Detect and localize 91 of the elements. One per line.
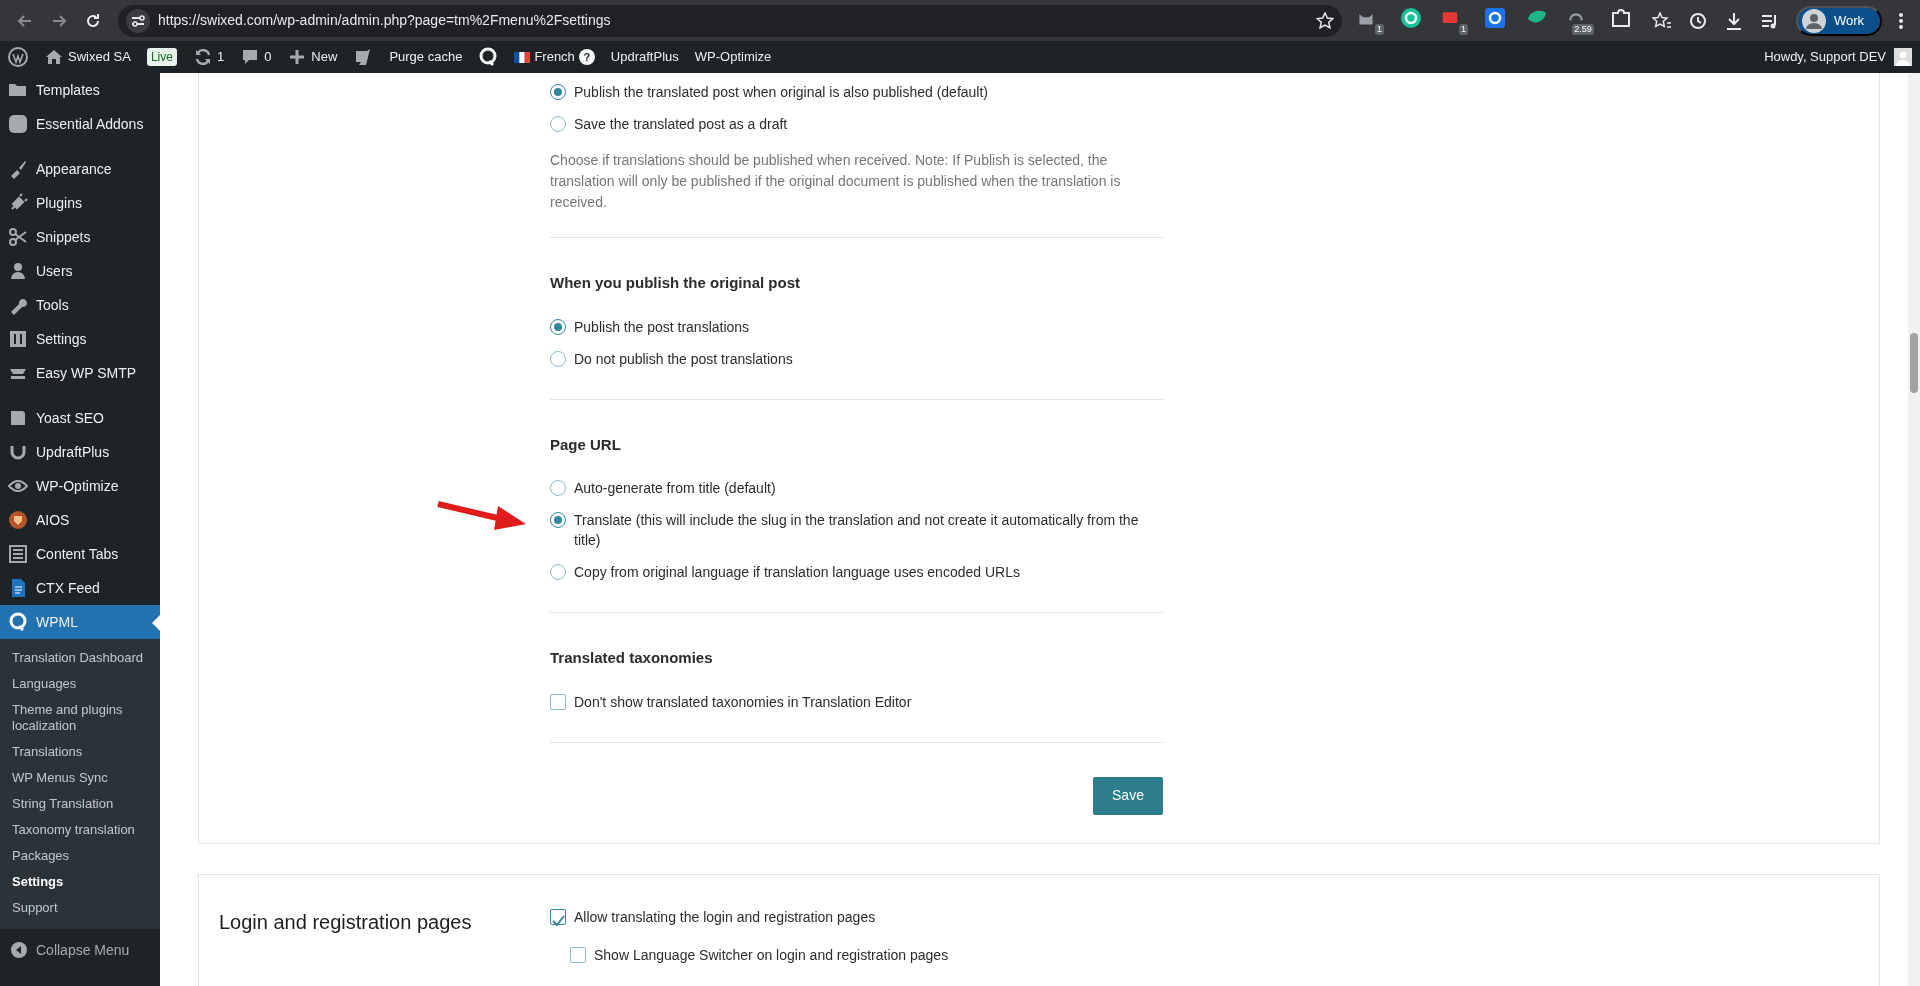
admin-bar-link[interactable]: New bbox=[287, 47, 338, 67]
submenu-item[interactable]: Support bbox=[0, 895, 160, 921]
address-bar[interactable]: https://swixed.com/wp-admin/admin.php?page=tm%2Fmenu%2Fsettings bbox=[118, 4, 1342, 37]
help-text: Choose if translations should be published when received. Note: If Publish is selected, the translation will only be published if the original document is published when the translation is received. bbox=[550, 151, 1122, 212]
sidebar-item[interactable]: Templates bbox=[0, 73, 160, 107]
option-label: Publish the translated post when original is also published (default) bbox=[574, 83, 989, 102]
save-button[interactable]: Save bbox=[1093, 776, 1163, 815]
radio-button[interactable] bbox=[550, 512, 566, 528]
avatar-icon bbox=[1894, 48, 1912, 66]
radio-button[interactable] bbox=[550, 318, 566, 335]
submenu-item[interactable]: WP Menus Sync bbox=[0, 765, 160, 791]
sidebar-item[interactable]: Plugins bbox=[0, 186, 160, 220]
collapse-menu-button[interactable]: Collapse Menu bbox=[0, 933, 160, 967]
section-heading: Translated taxonomies bbox=[550, 648, 714, 668]
option-label: Translate (this will include the slug in the translation and not create it automatically from the title) bbox=[574, 511, 1140, 550]
sidebar-item[interactable]: Essential Addons bbox=[0, 107, 160, 141]
sidebar-item[interactable]: AIOS bbox=[0, 503, 160, 537]
option-label: Don't show translated taxonomies in Translation Editor bbox=[574, 692, 912, 712]
account-menu[interactable]: Howdy, Support DEV bbox=[1764, 47, 1912, 67]
sidebar-item[interactable]: Easy WP SMTP bbox=[0, 356, 160, 390]
option-label: Do not publish the post translations bbox=[574, 349, 793, 369]
sidebar-item[interactable]: Yoast SEO bbox=[0, 401, 160, 435]
submenu-item[interactable]: Translations bbox=[0, 739, 160, 765]
site-info-icon bbox=[126, 8, 150, 33]
scrollbar[interactable] bbox=[1908, 73, 1920, 986]
sidebar-item[interactable]: Snippets bbox=[0, 220, 160, 254]
checkbox[interactable] bbox=[570, 946, 586, 963]
list-icon bbox=[8, 544, 28, 564]
sidebar-item[interactable]: UpdraftPlus bbox=[0, 435, 160, 469]
checkbox[interactable] bbox=[550, 908, 566, 925]
sidebar-item[interactable]: Users bbox=[0, 254, 160, 288]
admin-bar-link[interactable]: 1 bbox=[192, 47, 225, 67]
submenu-item[interactable]: Settings bbox=[0, 869, 160, 895]
submenu-item[interactable]: Theme and plugins localization bbox=[0, 697, 160, 739]
submenu-item[interactable]: String Translation bbox=[0, 791, 160, 817]
extension-icon[interactable] bbox=[1441, 9, 1458, 26]
sidebar-item[interactable]: WPML bbox=[0, 605, 160, 639]
avatar-icon bbox=[1801, 8, 1826, 33]
scissors-icon bbox=[8, 227, 28, 247]
admin-bar-link[interactable]: Swixed SA bbox=[44, 47, 131, 67]
home-icon bbox=[44, 47, 64, 67]
option-label: Save the translated post as a draft bbox=[574, 115, 788, 134]
flag-icon bbox=[514, 51, 531, 63]
extensions-icon[interactable] bbox=[1609, 6, 1632, 29]
history-icon[interactable] bbox=[1687, 10, 1708, 31]
shield-icon bbox=[8, 510, 28, 530]
sidebar-item[interactable]: CTX Feed bbox=[0, 571, 160, 605]
admin-bar-link[interactable]: 0 bbox=[240, 47, 272, 67]
radio-button[interactable] bbox=[550, 116, 566, 132]
radio-button[interactable] bbox=[550, 480, 566, 496]
star-icon[interactable] bbox=[1315, 11, 1334, 30]
url-text: https://swixed.com/wp-admin/admin.php?page=tm%2Fmenu%2Fsettings bbox=[158, 11, 612, 30]
scrollbar-thumb[interactable] bbox=[1910, 333, 1918, 393]
checkbox[interactable] bbox=[550, 693, 566, 710]
section-heading: When you publish the original post bbox=[550, 273, 801, 293]
sidebar-item[interactable]: Settings bbox=[0, 322, 160, 356]
submenu-item[interactable]: Taxonomy translation bbox=[0, 817, 160, 843]
admin-bar-link[interactable]: WP-Optimize bbox=[694, 47, 772, 67]
submenu-item[interactable]: Languages bbox=[0, 671, 160, 697]
option-label: Copy from original language if translation language uses encoded URLs bbox=[574, 563, 1020, 582]
sidebar-item[interactable]: WP-Optimize bbox=[0, 469, 160, 503]
user-icon bbox=[8, 261, 28, 281]
option-label: Allow translating the login and registration pages bbox=[574, 907, 876, 927]
collapse-icon bbox=[10, 941, 28, 959]
submenu-item[interactable]: Translation Dashboard bbox=[0, 645, 160, 671]
profile-button[interactable]: Work bbox=[1795, 5, 1882, 36]
submenu-item[interactable]: Packages bbox=[0, 843, 160, 869]
radio-button[interactable] bbox=[550, 350, 566, 367]
sliders-icon bbox=[8, 329, 28, 349]
option-label: Publish the post translations bbox=[574, 317, 750, 337]
sidebar-item[interactable]: Content Tabs bbox=[0, 537, 160, 571]
option-label: Auto-generate from title (default) bbox=[574, 479, 776, 498]
section-heading: Page URL bbox=[550, 434, 622, 455]
reload-icon[interactable] bbox=[84, 11, 102, 30]
sidebar-item[interactable]: Tools bbox=[0, 288, 160, 322]
checkmark-icon bbox=[551, 913, 565, 928]
section-title: Login and registration pages bbox=[218, 909, 473, 935]
status-badge: Live bbox=[146, 48, 177, 66]
help-icon[interactable]: ? bbox=[578, 49, 595, 65]
more-icon[interactable] bbox=[1898, 11, 1904, 30]
extension-badge: 2.59 bbox=[1572, 23, 1594, 35]
radio-button[interactable] bbox=[550, 84, 566, 100]
radio-button[interactable] bbox=[550, 564, 566, 580]
extension-badge: 1 bbox=[1374, 23, 1384, 35]
admin-bar-link[interactable]: UpdraftPlus bbox=[610, 47, 679, 67]
sidebar-item[interactable]: Appearance bbox=[0, 152, 160, 186]
bookmarks-icon[interactable] bbox=[1651, 10, 1672, 31]
admin-bar-link[interactable]: Purge cache bbox=[389, 47, 463, 67]
extension-badge: 1 bbox=[1458, 23, 1468, 35]
option-label: Show Language Switcher on login and registration pages bbox=[594, 945, 949, 965]
language-menu[interactable]: French bbox=[514, 47, 575, 67]
